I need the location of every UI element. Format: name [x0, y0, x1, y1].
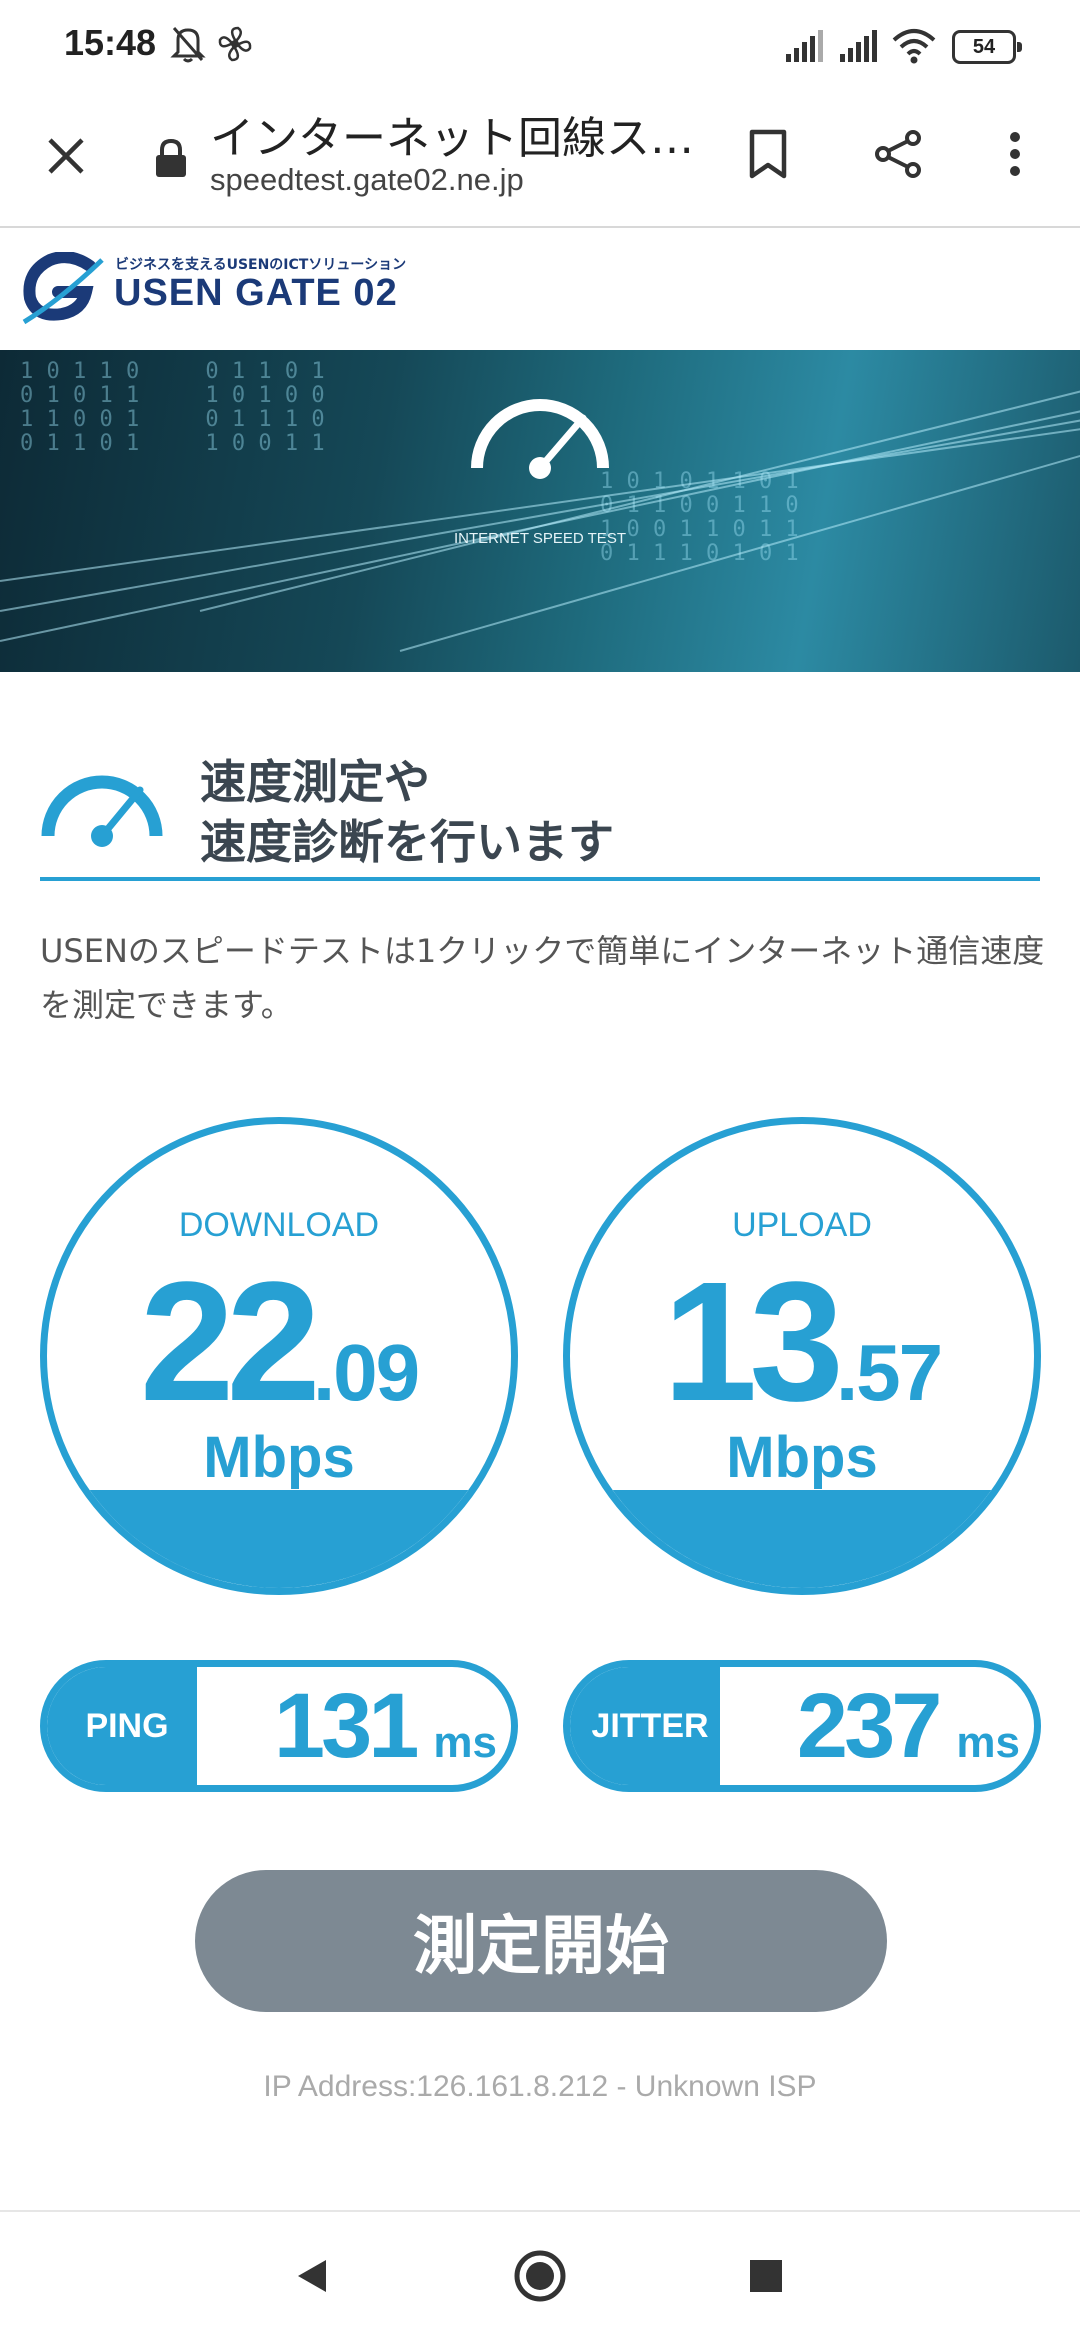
lock-icon[interactable] — [146, 128, 196, 188]
download-result: DOWNLOAD 22.09 Mbps — [40, 1117, 518, 1595]
download-value-int: 22 — [139, 1247, 321, 1437]
close-button[interactable] — [28, 118, 104, 194]
speedometer-icon — [41, 775, 163, 847]
logo-tagline: ビジネスを支えるUSENのICTソリューション — [115, 257, 407, 273]
intro-heading-line: 速度診断を行います — [200, 815, 614, 869]
hero-digit-pattern: 1 0 1 1 0 0 1 1 0 1 0 1 0 1 1 1 0 1 0 0 … — [20, 359, 325, 456]
ping-value: 131 ms — [197, 1667, 511, 1785]
signal-icon — [784, 30, 824, 68]
upload-value-int: 13 — [662, 1247, 844, 1437]
home-button[interactable] — [508, 2236, 572, 2316]
upload-unit: Mbps — [726, 1425, 878, 1490]
download-label: DOWNLOAD — [178, 1206, 380, 1244]
upload-value: 13.57 — [570, 1244, 1034, 1440]
site-header: ビジネスを支えるUSENのICTソリューション USEN GATE 02 — [0, 230, 1080, 350]
more-menu-button[interactable] — [990, 114, 1040, 194]
share-icon — [875, 130, 921, 178]
download-gauge-fill — [47, 1490, 511, 1588]
jitter-label: JITTER — [570, 1667, 720, 1785]
back-button[interactable] — [282, 2236, 342, 2316]
recents-icon — [750, 2260, 782, 2292]
battery-icon: 54 — [952, 30, 1022, 64]
bell-off-icon — [170, 24, 206, 68]
intro-heading-line: 速度測定や — [200, 755, 430, 809]
site-logo[interactable]: ビジネスを支えるUSENのICTソリューション USEN GATE 02 — [20, 252, 420, 332]
hero-caption: INTERNET SPEED TEST — [454, 530, 626, 547]
upload-gauge-fill — [570, 1490, 1034, 1588]
system-nav-bar — [0, 2210, 1080, 2340]
back-icon — [298, 2260, 326, 2292]
bookmark-button[interactable] — [730, 114, 806, 194]
wifi-icon — [892, 28, 936, 68]
ping-unit: ms — [433, 1718, 497, 1767]
more-vert-icon — [1010, 132, 1020, 176]
divider — [40, 877, 1040, 881]
home-icon — [514, 2250, 566, 2302]
intro-heading: 速度測定や 速度診断を行います — [200, 752, 614, 872]
logo-name: USEN GATE 02 — [114, 272, 398, 314]
status-time: 15:48 — [64, 22, 157, 63]
browser-toolbar: インターネット回線ス… speedtest.gate02.ne.jp — [0, 92, 1080, 228]
intro-description: USENのスピードテストは1クリックで簡単にインターネット通信速度を測定できます… — [40, 932, 1045, 1024]
page-title[interactable]: インターネット回線ス… — [210, 102, 690, 166]
start-test-button[interactable]: 測定開始 — [195, 1870, 887, 2012]
jitter-unit: ms — [956, 1718, 1020, 1767]
speedometer-icon — [471, 399, 609, 479]
bookmark-icon — [749, 129, 787, 179]
ping-label: PING — [47, 1667, 197, 1785]
jitter-value: 237 ms — [720, 1667, 1034, 1785]
jitter-result: JITTER 237 ms — [563, 1660, 1041, 1792]
status-bar: 15:48 54 — [0, 0, 1080, 92]
hero-banner: 1 0 1 1 0 0 1 1 0 1 0 1 0 1 1 1 0 1 0 0 … — [0, 350, 1080, 672]
upload-result: UPLOAD 13.57 Mbps — [563, 1117, 1041, 1595]
ping-number: 131 — [273, 1675, 419, 1777]
close-icon — [48, 138, 84, 174]
page-url[interactable]: speedtest.gate02.ne.jp — [210, 162, 524, 198]
recents-button[interactable] — [736, 2236, 796, 2316]
download-value: 22.09 — [47, 1244, 511, 1440]
ping-result: PING 131 ms — [40, 1660, 518, 1792]
logo-mark-icon — [22, 252, 104, 325]
share-button[interactable] — [860, 114, 936, 194]
upload-label: UPLOAD — [732, 1206, 872, 1244]
fan-icon — [216, 24, 254, 68]
upload-value-dec: .57 — [835, 1328, 943, 1417]
download-value-dec: .09 — [312, 1328, 420, 1417]
jitter-number: 237 — [796, 1675, 942, 1777]
signal-icon — [838, 30, 878, 68]
ip-address-info: IP Address:126.161.8.212 - Unknown ISP — [263, 2070, 817, 2103]
download-unit: Mbps — [203, 1425, 355, 1490]
